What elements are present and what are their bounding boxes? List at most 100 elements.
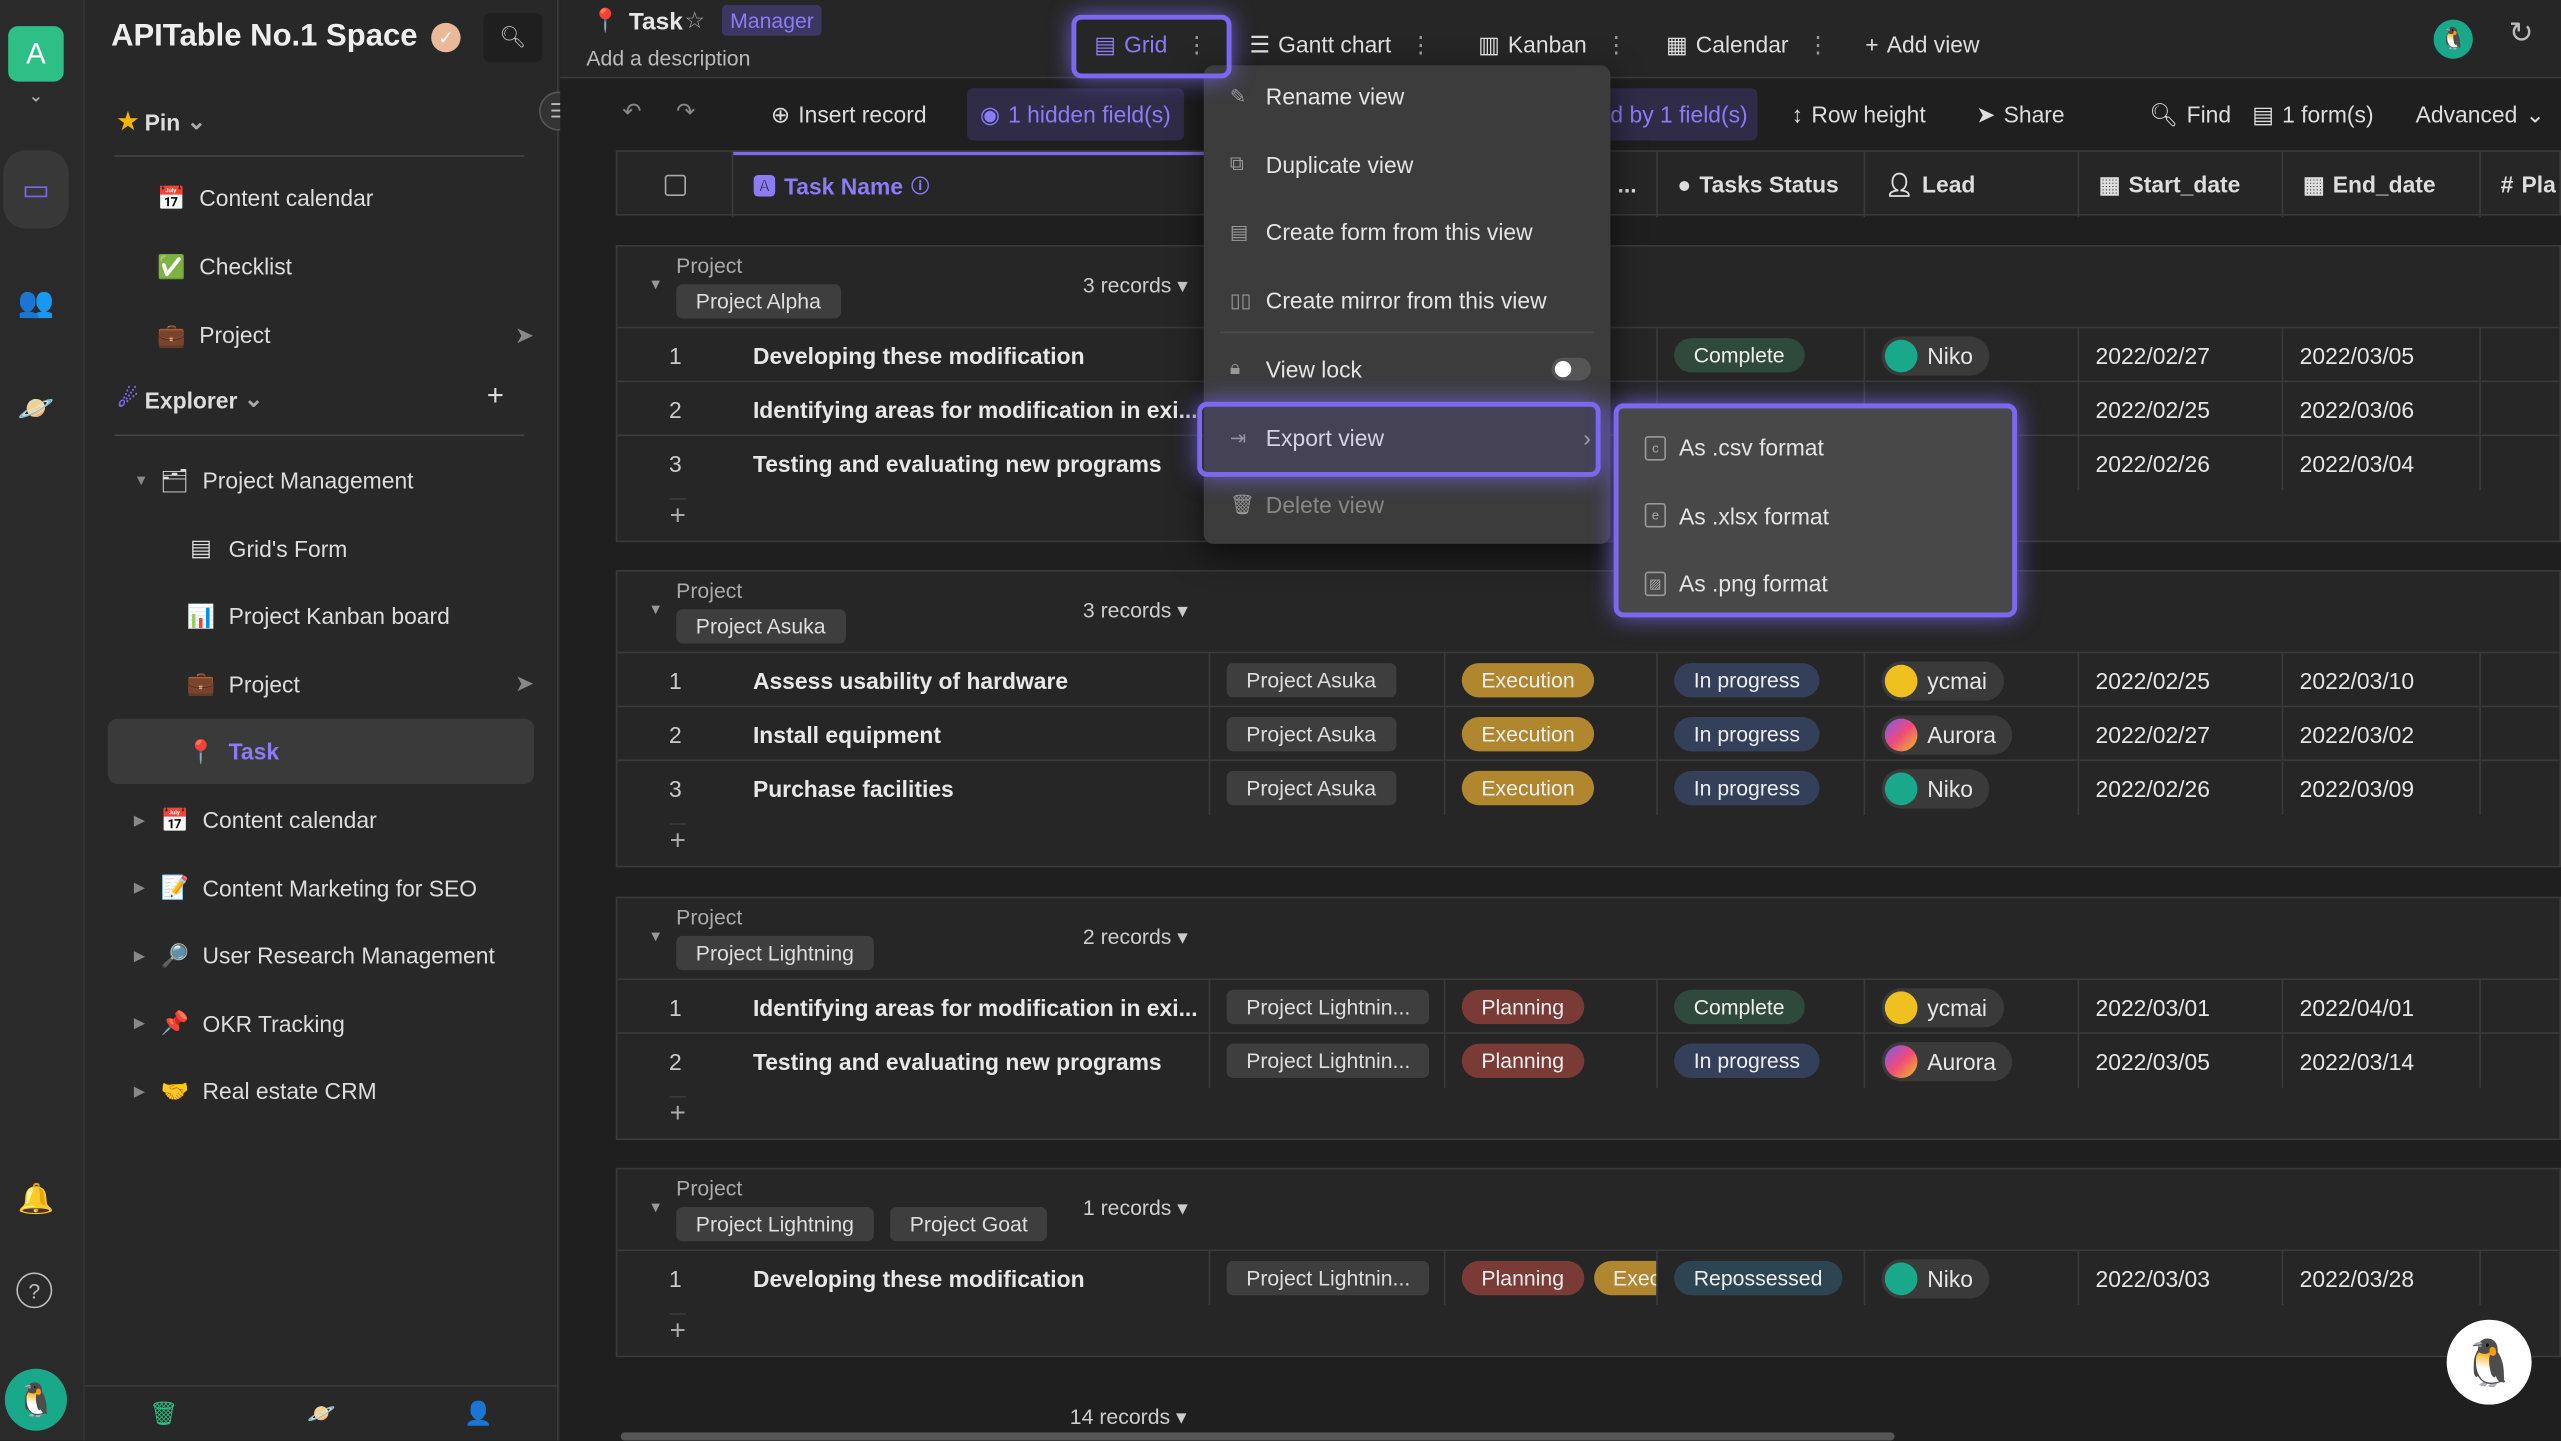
column-start-date[interactable]: ▦ Start_date	[2079, 151, 2284, 218]
tree-item[interactable]: ▶ 🔎 User Research Management	[108, 923, 534, 988]
menu-item-view-lock[interactable]: 🔒︎ View lock	[1230, 349, 1591, 388]
phase-cell[interactable]: Execution	[1445, 653, 1658, 708]
task-name-cell[interactable]: Purchase facilities	[733, 761, 1211, 816]
lead-cell[interactable]: ycmai	[1865, 653, 2080, 708]
end-date-cell[interactable]: 2022/03/05	[2283, 328, 2481, 383]
caret-right-icon[interactable]: ▶	[134, 947, 157, 965]
phase-cell[interactable]: Execution	[1445, 707, 1658, 762]
task-name-cell[interactable]: Install equipment	[733, 707, 1211, 762]
start-date-cell[interactable]: 2022/02/25	[2079, 382, 2284, 437]
space-avatar[interactable]: A	[8, 26, 64, 82]
pin-section[interactable]: ★ Pin ⌄	[118, 108, 206, 136]
tree-item[interactable]: ▶ 🤝 Real estate CRM	[108, 1059, 534, 1124]
end-date-cell[interactable]: 2022/03/10	[2283, 653, 2481, 708]
pin-item[interactable]: 💼 Project ➤	[108, 302, 534, 367]
caret-right-icon[interactable]: ▶	[134, 1083, 157, 1101]
project-cell[interactable]: Project Asuka	[1210, 653, 1446, 708]
total-records[interactable]: 14 records ▾	[1070, 1405, 1187, 1431]
row-height-button[interactable]: ↕ Row height	[1792, 98, 1926, 131]
help-icon[interactable]: ?	[16, 1272, 53, 1309]
project-cell[interactable]: Project Lightnin...	[1210, 979, 1446, 1034]
table-row[interactable]: 1 Assess usability of hardware Project Asu…	[617, 651, 2560, 708]
status-cell[interactable]: Complete	[1658, 328, 1866, 383]
collaborator-avatar[interactable]: 🐧	[2433, 19, 2473, 59]
task-name-cell[interactable]: Testing and evaluating new programs	[733, 436, 1211, 490]
task-name-cell[interactable]: Identifying areas for modification in ex…	[733, 382, 1211, 437]
tree-item[interactable]: ▶ 📅 Content calendar	[108, 787, 534, 852]
caret-right-icon[interactable]: ▶	[134, 811, 157, 829]
export-csv-option[interactable]: c As .csv format	[1644, 428, 1993, 467]
table-row[interactable]: 2 Testing and evaluating new programs Proj…	[617, 1032, 2560, 1088]
find-button[interactable]: 🔍︎ Find	[2149, 98, 2231, 131]
caret-right-icon[interactable]: ▶	[134, 879, 157, 897]
pin-item[interactable]: 📅 Content calendar	[108, 165, 534, 230]
explorer-section[interactable]: ☄ Explorer ⌄	[118, 385, 264, 413]
group-record-count[interactable]: 3 records ▾	[1083, 598, 1188, 624]
start-date-cell[interactable]: 2022/02/26	[2079, 761, 2284, 816]
menu-item-create-form-from-this-view[interactable]: ▤ Create form from this view	[1230, 213, 1591, 252]
bell-icon[interactable]: 🔔	[13, 1176, 59, 1222]
end-date-cell[interactable]: 2022/03/14	[2283, 1033, 2481, 1088]
project-cell[interactable]: Project Lightnin...	[1210, 1033, 1446, 1088]
status-cell[interactable]: Complete	[1658, 979, 1866, 1034]
column-lead[interactable]: 👤︎ Lead	[1865, 151, 2080, 218]
lead-cell[interactable]: Niko	[1865, 1251, 2080, 1305]
group-button[interactable]: d by 1 field(s)	[1600, 88, 1758, 141]
hidden-fields-button[interactable]: ◉ 1 hidden field(s)	[966, 88, 1184, 141]
task-name-cell[interactable]: Developing these modification	[733, 328, 1211, 383]
tree-item[interactable]: 📍 Task	[107, 719, 535, 785]
export-png-option[interactable]: ▨ As .png format	[1644, 564, 1993, 603]
planet-icon[interactable]: 🪐	[307, 1400, 335, 1428]
group-collapse-icon[interactable]: ▼	[648, 276, 663, 292]
menu-item-delete-view[interactable]: 🗑 Delete view	[1230, 485, 1591, 524]
tab-kanban[interactable]: ▥ Kanban ⋮	[1478, 31, 1627, 59]
menu-item-rename-view[interactable]: ✎ Rename view	[1230, 77, 1591, 116]
more-icon[interactable]: ⋮	[1807, 31, 1830, 59]
start-date-cell[interactable]: 2022/03/03	[2079, 1251, 2284, 1305]
pin-item[interactable]: ✅ Checklist	[108, 234, 534, 299]
start-date-cell[interactable]: 2022/02/27	[2079, 707, 2284, 762]
tree-item[interactable]: ▤ Grid's Form	[108, 515, 534, 580]
insert-record-button[interactable]: ⊕ Insert record	[771, 98, 927, 131]
add-record-button[interactable]: +	[669, 1095, 686, 1130]
end-date-cell[interactable]: 2022/03/28	[2283, 1251, 2481, 1305]
invite-user-icon[interactable]: 👤	[464, 1400, 492, 1428]
tree-item[interactable]: 💼 Project ➤	[108, 651, 534, 716]
explore-planet-icon[interactable]: 🪐	[13, 385, 59, 431]
more-icon[interactable]: ⋮	[1409, 31, 1432, 59]
task-name-cell[interactable]: Testing and evaluating new programs	[733, 1033, 1211, 1088]
group-record-count[interactable]: 1 records ▾	[1083, 1196, 1188, 1222]
end-date-cell[interactable]: 2022/03/04	[2283, 436, 2481, 490]
project-cell[interactable]: Project Asuka	[1210, 761, 1446, 816]
end-date-cell[interactable]: 2022/03/06	[2283, 382, 2481, 437]
table-row[interactable]: 2 Install equipment Project Asuka Execution…	[617, 705, 2560, 762]
phase-cell[interactable]: Execution	[1445, 761, 1658, 816]
task-name-cell[interactable]: Developing these modification	[733, 1251, 1211, 1305]
lead-cell[interactable]: Niko	[1865, 761, 2080, 816]
start-date-cell[interactable]: 2022/02/27	[2079, 328, 2284, 383]
advanced-button[interactable]: Advanced ⌄	[2416, 98, 2545, 131]
export-xlsx-option[interactable]: e As .xlsx format	[1644, 496, 1993, 535]
lead-cell[interactable]: ycmai	[1865, 979, 2080, 1034]
table-row[interactable]: 1 Identifying areas for modification in e…	[617, 978, 2560, 1034]
description-field[interactable]: Add a description	[586, 46, 750, 70]
redo-button[interactable]: ↷	[676, 98, 695, 126]
group-record-count[interactable]: 3 records ▾	[1083, 273, 1188, 299]
status-cell[interactable]: In progress	[1658, 761, 1866, 816]
share-button[interactable]: ➤ Share	[1976, 98, 2064, 131]
lead-cell[interactable]: Aurora	[1865, 1033, 2080, 1088]
caret-down-icon[interactable]: ▼	[134, 472, 157, 488]
tab-gantt-chart[interactable]: ☰ Gantt chart ⋮	[1249, 31, 1432, 59]
start-date-cell[interactable]: 2022/03/05	[2079, 1033, 2284, 1088]
select-all-checkbox[interactable]	[617, 151, 734, 218]
undo-button[interactable]: ↶	[622, 98, 641, 126]
tree-item[interactable]: 📊 Project Kanban board	[108, 583, 534, 648]
add-view-button[interactable]: + Add view	[1865, 31, 1979, 57]
table-row[interactable]: 3 Purchase facilities Project Asuka Executi…	[617, 759, 2560, 816]
status-cell[interactable]: In progress	[1658, 653, 1866, 708]
group-record-count[interactable]: 2 records ▾	[1083, 924, 1188, 950]
horizontal-scrollbar[interactable]	[620, 1432, 1895, 1441]
task-name-cell[interactable]: Assess usability of hardware	[733, 653, 1211, 708]
forms-button[interactable]: ▤ 1 form(s)	[2252, 98, 2373, 131]
add-record-button[interactable]: +	[669, 1313, 686, 1347]
